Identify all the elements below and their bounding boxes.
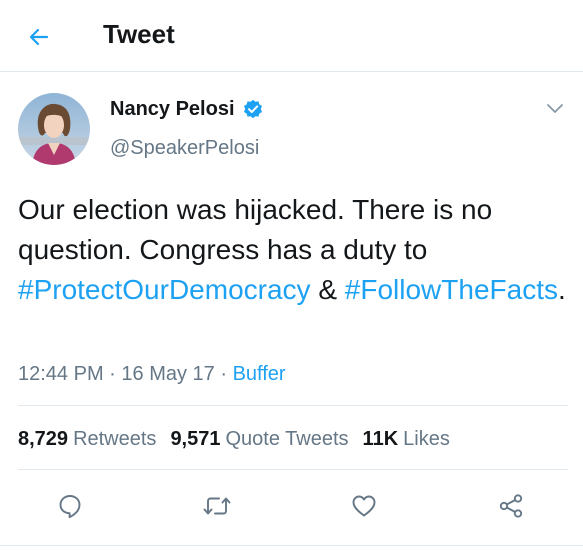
tweet-metadata: 12:44 PM · 16 May 17 · Buffer bbox=[18, 360, 286, 388]
retweet-icon bbox=[203, 497, 231, 515]
tweet-text-part: Our election was hijacked. There is no q… bbox=[18, 194, 493, 265]
retweet-button[interactable] bbox=[199, 488, 235, 524]
reply-icon bbox=[59, 495, 81, 519]
likes-count: 11K bbox=[362, 428, 399, 450]
share-icon bbox=[499, 494, 523, 518]
more-options-button[interactable] bbox=[546, 102, 564, 116]
likes-label: Likes bbox=[403, 428, 450, 450]
tweet-source-link[interactable]: Buffer bbox=[233, 363, 286, 385]
retweets-stat[interactable]: 8,729 Retweets bbox=[18, 425, 156, 453]
chevron-down-icon bbox=[547, 104, 563, 113]
hashtag-link[interactable]: #FollowTheFacts bbox=[345, 274, 558, 305]
quote-tweets-count: 9,571 bbox=[170, 428, 221, 450]
meta-separator: · bbox=[103, 363, 122, 385]
share-button[interactable] bbox=[493, 488, 529, 524]
quote-tweets-stat[interactable]: 9,571 Quote Tweets bbox=[170, 425, 348, 453]
top-bar: Tweet bbox=[0, 0, 583, 72]
meta-separator: · bbox=[214, 363, 233, 385]
tweet-date[interactable]: 16 May 17 bbox=[121, 363, 214, 385]
retweets-label: Retweets bbox=[73, 428, 157, 450]
avatar-photo bbox=[18, 93, 90, 165]
divider bbox=[18, 405, 568, 406]
retweets-count: 8,729 bbox=[18, 428, 69, 450]
verified-badge-icon bbox=[243, 99, 263, 119]
like-button[interactable] bbox=[346, 488, 382, 524]
quote-tweets-label: Quote Tweets bbox=[225, 428, 349, 450]
like-icon bbox=[352, 495, 376, 517]
back-button[interactable] bbox=[22, 20, 56, 54]
author-name[interactable]: Nancy Pelosi bbox=[110, 98, 235, 121]
reply-button[interactable] bbox=[52, 488, 88, 524]
likes-stat[interactable]: 11K Likes bbox=[363, 425, 450, 453]
arrow-left-icon bbox=[29, 28, 49, 46]
avatar[interactable] bbox=[18, 93, 90, 165]
divider bbox=[18, 469, 568, 470]
author-handle[interactable]: @SpeakerPelosi bbox=[110, 135, 259, 161]
tweet-stats: 8,729 Retweets 9,571 Quote Tweets 11K Likes bbox=[18, 425, 464, 453]
tweet-text-part: . bbox=[557, 274, 566, 305]
tweet-time[interactable]: 12:44 PM bbox=[18, 363, 104, 385]
page-title: Tweet bbox=[103, 19, 175, 49]
tweet-text-part: & bbox=[310, 274, 345, 305]
hashtag-link[interactable]: #ProtectOurDemocracy bbox=[18, 274, 311, 305]
divider bbox=[0, 545, 583, 546]
tweet-text: Our election was hijacked. There is no q… bbox=[18, 190, 573, 310]
